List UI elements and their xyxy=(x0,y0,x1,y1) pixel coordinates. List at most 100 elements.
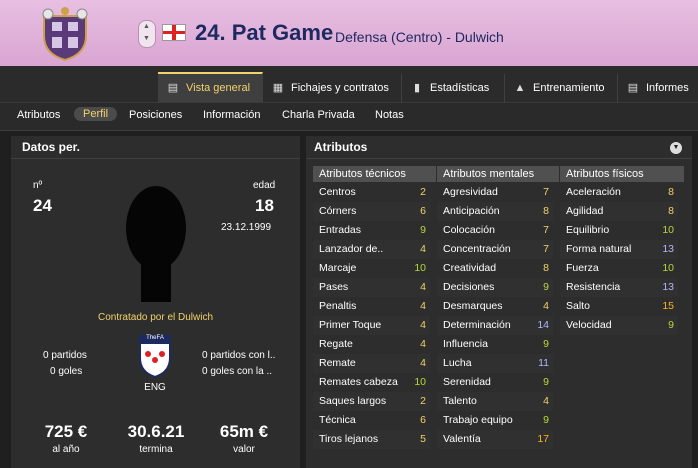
subnav-posiciones[interactable]: Posiciones xyxy=(129,109,182,121)
attribute-name: Desmarques xyxy=(443,300,503,312)
attribute-row[interactable]: Concentración 7 xyxy=(437,240,553,259)
attribute-value: 13 xyxy=(662,281,674,293)
attribute-row[interactable]: Remate 4 xyxy=(313,354,430,373)
attribute-row[interactable]: Regate 4 xyxy=(313,335,430,354)
attribute-value: 4 xyxy=(543,300,549,312)
attribute-name: Serenidad xyxy=(443,376,491,388)
tab-vista-general[interactable]: ▤ Vista general xyxy=(158,72,263,102)
attribute-name: Regate xyxy=(319,338,353,350)
attribute-row[interactable]: Técnica 6 xyxy=(313,411,430,430)
attribute-value: 4 xyxy=(420,319,426,331)
attribute-row[interactable]: Influencia 9 xyxy=(437,335,553,354)
attribute-row[interactable]: Tiros lejanos 5 xyxy=(313,430,430,449)
attribute-name: Agilidad xyxy=(566,205,604,217)
attribute-value: 17 xyxy=(537,433,549,445)
england-flag-icon xyxy=(162,24,186,41)
chevron-down-icon[interactable]: ▼ xyxy=(143,35,150,42)
document-icon: ▦ xyxy=(272,82,284,94)
subnav-perfil[interactable]: Perfil xyxy=(74,107,118,121)
value-label: valor xyxy=(189,444,299,455)
attribute-name: Córners xyxy=(319,205,357,217)
attribute-name: Resistencia xyxy=(566,281,621,293)
attribute-value: 9 xyxy=(543,281,549,293)
attribute-row[interactable]: Lanzador de.. 4 xyxy=(313,240,430,259)
attribute-row[interactable]: Marcaje 10 xyxy=(313,259,430,278)
attribute-row[interactable]: Talento 4 xyxy=(437,392,553,411)
club-goals: 0 goles xyxy=(50,366,83,377)
attribute-row[interactable]: Aceleración 8 xyxy=(560,183,678,202)
attribute-row[interactable]: Fuerza 10 xyxy=(560,259,678,278)
attribute-row[interactable]: Córners 6 xyxy=(313,202,430,221)
attribute-row[interactable]: Penaltis 4 xyxy=(313,297,430,316)
badge-label: TheFA xyxy=(137,335,173,341)
attribute-name: Centros xyxy=(319,186,356,198)
attribute-row[interactable]: Velocidad 9 xyxy=(560,316,678,335)
chevron-up-icon[interactable]: ▲ xyxy=(143,23,150,30)
attribute-row[interactable]: Determinación 14 xyxy=(437,316,553,335)
attribute-value: 10 xyxy=(662,224,674,236)
age-value: 18 xyxy=(255,196,274,215)
contract-note: Contratado por el Dulwich xyxy=(11,312,300,323)
attribute-row[interactable]: Serenidad 9 xyxy=(437,373,553,392)
chevron-down-icon[interactable]: ▼ xyxy=(670,142,682,154)
subnav-notas[interactable]: Notas xyxy=(375,109,404,121)
attribute-row[interactable]: Trabajo equipo 9 xyxy=(437,411,553,430)
attribute-value: 15 xyxy=(662,300,674,312)
attribute-row[interactable]: Agresividad 7 xyxy=(437,183,553,202)
attribute-value: 8 xyxy=(543,262,549,274)
attribute-name: Marcaje xyxy=(319,262,357,274)
tab-informes[interactable]: ▤ Informes xyxy=(618,74,698,102)
tab-entrenamiento[interactable]: ▲ Entrenamiento xyxy=(505,74,618,102)
attribute-row[interactable]: Decisiones 9 xyxy=(437,278,553,297)
attribute-value: 7 xyxy=(543,186,549,198)
attribute-value: 6 xyxy=(420,205,426,217)
player-position-club[interactable]: Defensa (Centro) - Dulwich xyxy=(335,29,504,45)
attribute-value: 4 xyxy=(420,243,426,255)
attribute-row[interactable]: Equilibrio 10 xyxy=(560,221,678,240)
subnav-charla-privada[interactable]: Charla Privada xyxy=(282,109,355,121)
attribute-name: Tiros lejanos xyxy=(319,433,379,445)
attribute-name: Concentración xyxy=(443,243,511,255)
tab-estadisticas[interactable]: ▮ Estadísticas xyxy=(402,74,505,102)
tab-fichajes-contratos[interactable]: ▦ Fichajes y contratos xyxy=(263,74,402,102)
attribute-row[interactable]: Creatividad 8 xyxy=(437,259,553,278)
attribute-name: Penaltis xyxy=(319,300,357,312)
main-tab-bar: ▤ Vista general ▦ Fichajes y contratos ▮ Es… xyxy=(0,66,698,103)
attribute-row[interactable]: Anticipación 8 xyxy=(437,202,553,221)
attribute-row[interactable]: Colocación 7 xyxy=(437,221,553,240)
attribute-name: Colocación xyxy=(443,224,495,236)
attribute-row[interactable]: Resistencia 13 xyxy=(560,278,678,297)
attribute-row[interactable]: Pases 4 xyxy=(313,278,430,297)
subnav-informacion[interactable]: Información xyxy=(203,109,260,121)
intl-goals: 0 goles con la .. xyxy=(202,366,273,377)
attribute-name: Trabajo equipo xyxy=(443,414,513,426)
number-label: nº xyxy=(33,180,43,191)
tab-label: Informes xyxy=(646,82,689,94)
personal-data-panel: Datos per. nº 24 edad 18 23.12.1999 Cont… xyxy=(11,136,300,468)
attribute-name: Decisiones xyxy=(443,281,495,293)
attribute-value: 10 xyxy=(414,262,426,274)
attribute-name: Talento xyxy=(443,395,477,407)
attribute-name: Determinación xyxy=(443,319,511,331)
divider xyxy=(11,158,300,159)
attribute-value: 9 xyxy=(420,224,426,236)
player-prev-next-stepper[interactable]: ▲ ▼ xyxy=(138,20,156,48)
attribute-row[interactable]: Salto 15 xyxy=(560,297,678,316)
attribute-row[interactable]: Entradas 9 xyxy=(313,221,430,240)
club-matches: 0 partidos xyxy=(43,350,87,361)
date-of-birth: 23.12.1999 xyxy=(221,222,272,233)
attribute-name: Agresividad xyxy=(443,186,498,198)
attribute-row[interactable]: Agilidad 8 xyxy=(560,202,678,221)
attribute-row[interactable]: Valentía 17 xyxy=(437,430,553,449)
attribute-row[interactable]: Remates cabeza 10 xyxy=(313,373,430,392)
subnav-atributos[interactable]: Atributos xyxy=(17,109,60,121)
value-text: 65m € xyxy=(219,422,269,441)
value-label-text: valor xyxy=(233,444,255,455)
attribute-row[interactable]: Lucha 11 xyxy=(437,354,553,373)
attribute-row[interactable]: Centros 2 xyxy=(313,183,430,202)
attribute-row[interactable]: Forma natural 13 xyxy=(560,240,678,259)
attribute-row[interactable]: Primer Toque 4 xyxy=(313,316,430,335)
attribute-value: 4 xyxy=(420,338,426,350)
attribute-row[interactable]: Desmarques 4 xyxy=(437,297,553,316)
attribute-row[interactable]: Saques largos 2 xyxy=(313,392,430,411)
